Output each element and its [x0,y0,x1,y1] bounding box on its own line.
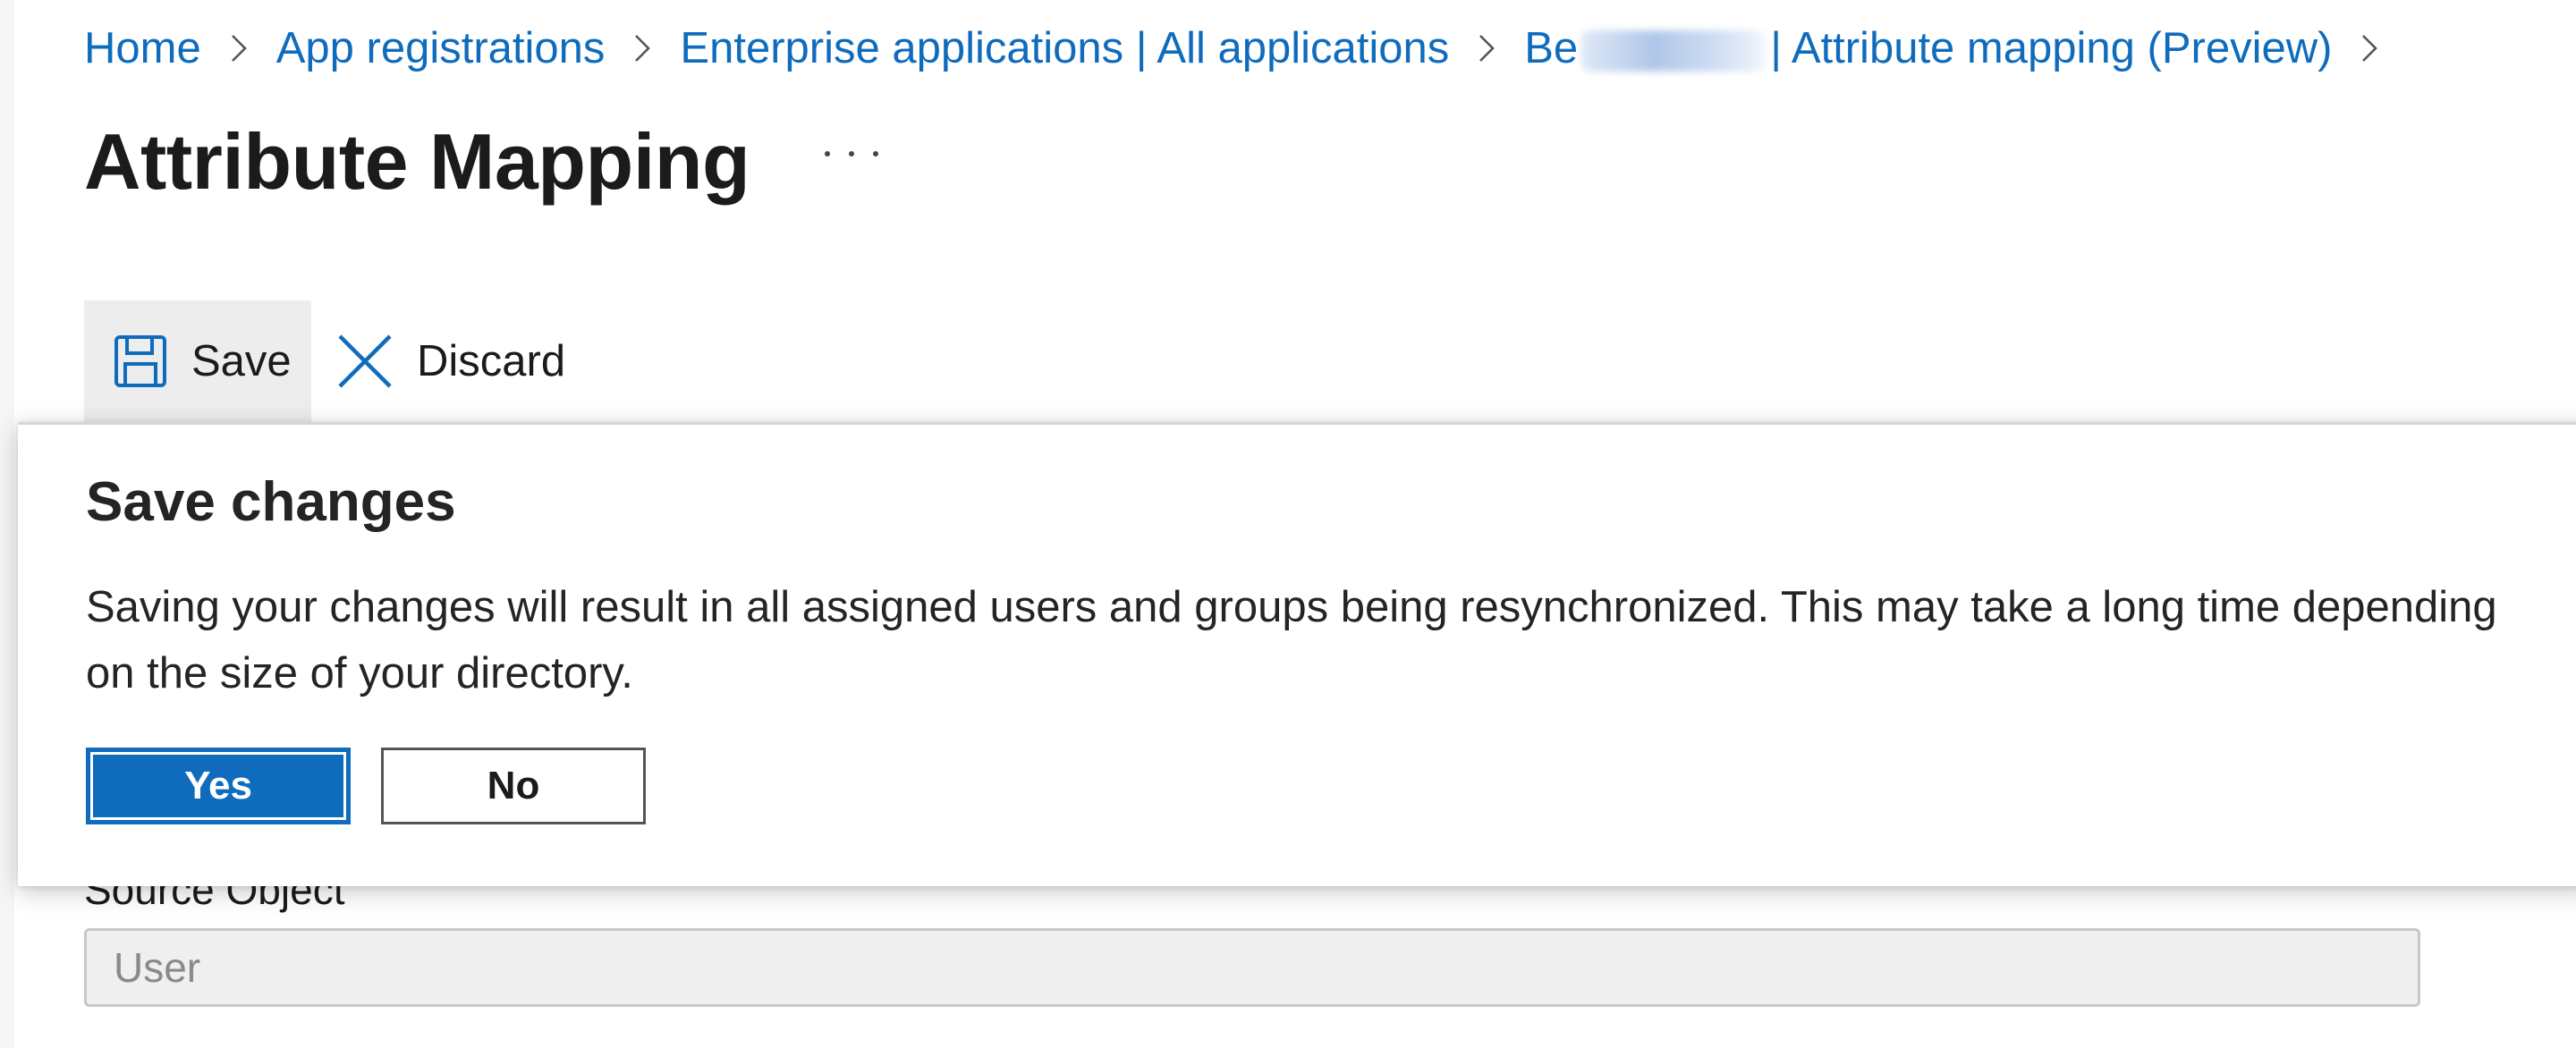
left-edge-rule [0,0,14,1048]
yes-button[interactable]: Yes [86,748,351,824]
chevron-right-icon [201,33,276,63]
breadcrumb-home[interactable]: Home [84,23,201,73]
no-button[interactable]: No [381,748,646,824]
attribute-mapping-page: Home App registrations Enterprise applic… [0,0,2576,1048]
save-icon [114,335,166,387]
save-changes-dialog: Save changes Saving your changes will re… [18,422,2576,883]
breadcrumb-enterprise-applications[interactable]: Enterprise applications | All applicatio… [680,23,1449,73]
breadcrumb-app-name-prefix: Be [1524,24,1579,72]
chevron-right-icon [1449,33,1524,63]
source-object-field [84,928,2420,1007]
dialog-message: Saving your changes will result in all a… [86,583,2497,697]
chevron-right-icon [2332,33,2407,63]
redacted-app-name [1581,30,1766,72]
page-title: Attribute Mapping [84,117,750,206]
save-label: Save [191,337,292,385]
breadcrumb-app-registrations[interactable]: App registrations [276,23,606,73]
save-button[interactable]: Save [84,300,311,422]
more-options-icon[interactable] [825,136,878,172]
breadcrumb: Home App registrations Enterprise applic… [84,23,2407,73]
discard-label: Discard [417,337,566,385]
dialog-title: Save changes [86,471,456,533]
discard-button[interactable]: Discard [311,300,583,422]
close-icon [338,334,392,388]
breadcrumb-app-attribute-mapping[interactable]: Be | Attribute mapping (Preview) [1524,23,2332,73]
breadcrumb-app-suffix: | Attribute mapping (Preview) [1770,24,2333,72]
command-bar: Save Discard [84,300,583,422]
chevron-right-icon [605,33,680,63]
